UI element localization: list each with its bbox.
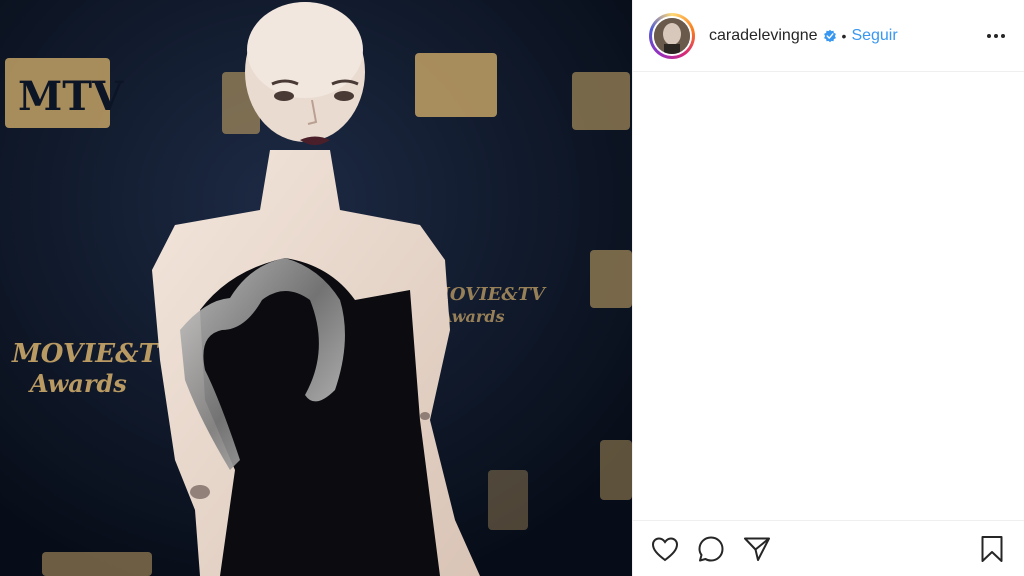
save-button[interactable] (976, 533, 1008, 565)
avatar[interactable] (652, 15, 692, 56)
instagram-post: MTV MOVIE&TV Awards MOVIE&TV Awards cara… (0, 0, 1024, 576)
post-actions-bar (633, 520, 1024, 576)
post-header: caradelevingne • Seguir (633, 0, 1024, 72)
send-icon (744, 537, 770, 561)
comment-icon (698, 536, 724, 561)
post-sidebar: caradelevingne • Seguir (632, 0, 1024, 576)
backdrop-mtv-text: MTV (18, 73, 124, 120)
heart-icon (651, 536, 679, 561)
separator-dot: • (841, 27, 847, 44)
like-button[interactable] (649, 533, 681, 565)
more-options-icon (987, 33, 1005, 38)
bookmark-icon (981, 535, 1003, 562)
username-link[interactable]: caradelevingne (709, 27, 818, 45)
verified-badge-icon (823, 29, 836, 42)
avatar-story-ring[interactable] (649, 12, 695, 59)
follow-button[interactable]: Seguir (851, 27, 897, 45)
avatar-image (654, 17, 690, 54)
comment-button[interactable] (695, 533, 727, 565)
more-options-button[interactable] (984, 24, 1008, 48)
backdrop-movie-text: MOVIE&TV (11, 339, 181, 369)
backdrop-awards-text: Awards (28, 369, 127, 398)
post-photo: MTV MOVIE&TV Awards MOVIE&TV Awards (0, 0, 632, 576)
post-image[interactable]: MTV MOVIE&TV Awards MOVIE&TV Awards (0, 0, 632, 576)
share-button[interactable] (741, 533, 773, 565)
